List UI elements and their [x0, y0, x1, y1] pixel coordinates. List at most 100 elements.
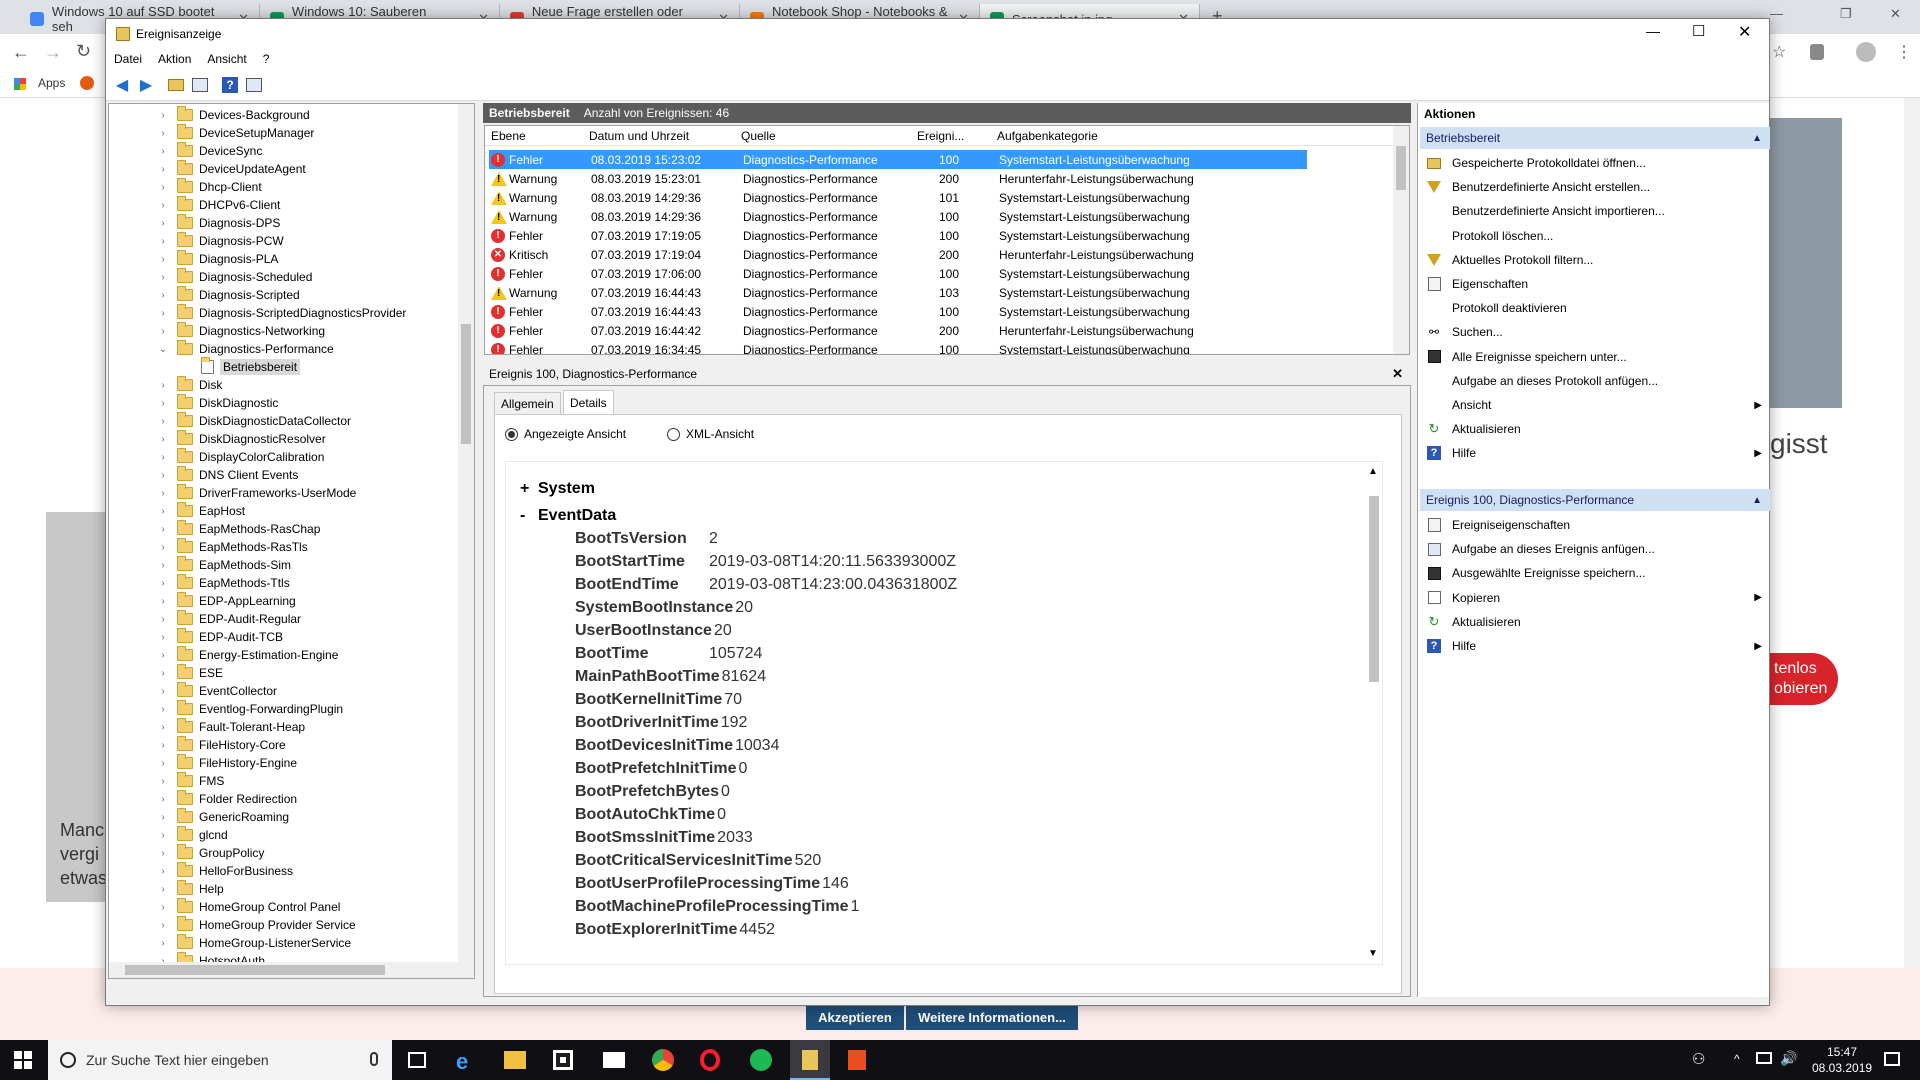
chevron-right-icon[interactable]: › — [157, 308, 169, 319]
tree-item[interactable]: › DNS Client Events — [109, 466, 298, 484]
radio-button[interactable] — [667, 427, 680, 441]
tree-item[interactable]: › EapMethods-Ttls — [109, 574, 290, 592]
collapse-icon[interactable]: ▲ — [1752, 133, 1762, 144]
network-icon[interactable] — [1756, 1052, 1772, 1064]
tree-item[interactable]: › DeviceSetupManager — [109, 124, 314, 142]
chevron-right-icon[interactable]: › — [157, 128, 169, 139]
tree-item[interactable]: › FileHistory-Engine — [109, 754, 297, 772]
tree-item[interactable]: › DiskDiagnosticDataCollector — [109, 412, 351, 430]
opera-icon[interactable] — [700, 1049, 720, 1071]
chevron-right-icon[interactable]: › — [157, 632, 169, 643]
scrollbar-thumb[interactable] — [1396, 146, 1406, 190]
chevron-right-icon[interactable]: › — [157, 380, 169, 391]
close-icon[interactable]: ✕ — [1738, 22, 1751, 42]
tree-item[interactable]: › HomeGroup Control Panel — [109, 898, 340, 916]
tree-item[interactable]: › HomeGroup Provider Service — [109, 916, 356, 934]
chevron-right-icon[interactable]: › — [157, 830, 169, 841]
tree-item[interactable]: › EDP-Audit-Regular — [109, 610, 301, 628]
mail-icon[interactable] — [603, 1052, 625, 1068]
scroll-up-icon[interactable]: ▲ — [1368, 466, 1378, 477]
action-item[interactable]: ? Hilfe ▶ — [1420, 634, 1770, 658]
tree-item[interactable]: › Diagnosis-ScriptedDiagnosticsProvider — [109, 304, 406, 322]
radio-xml-view[interactable]: XML-Ansicht — [667, 427, 754, 441]
chevron-right-icon[interactable]: › — [157, 794, 169, 805]
tree-scrollbar[interactable] — [458, 104, 474, 962]
chevron-right-icon[interactable]: › — [157, 110, 169, 121]
tree-item[interactable]: › DHCPv6-Client — [109, 196, 280, 214]
chevron-right-icon[interactable]: › — [157, 182, 169, 193]
apps-link[interactable]: Apps — [38, 76, 65, 90]
chevron-right-icon[interactable]: › — [157, 272, 169, 283]
chevron-right-icon[interactable]: › — [157, 146, 169, 157]
actions-section-event[interactable]: Ereignis 100, Diagnostics-Performance ▲ — [1420, 489, 1770, 511]
chevron-right-icon[interactable]: › — [157, 812, 169, 823]
radio-button-selected[interactable] — [505, 427, 518, 441]
tree-item[interactable]: › Diagnosis-PCW — [109, 232, 284, 250]
profile-avatar[interactable] — [1856, 42, 1876, 62]
action-item[interactable]: Alle Ereignisse speichern unter... — [1420, 345, 1770, 369]
tree-item[interactable]: › Diagnosis-Scripted — [109, 286, 300, 304]
action-item[interactable]: Ereigniseigenschaften — [1420, 513, 1770, 537]
chevron-right-icon[interactable]: › — [157, 722, 169, 733]
reload-icon[interactable]: ↻ — [76, 41, 91, 62]
expand-toggle[interactable]: + — [520, 480, 538, 498]
chevron-right-icon[interactable]: › — [157, 650, 169, 661]
chevron-right-icon[interactable]: › — [157, 668, 169, 679]
event-row[interactable]: ! Warnung 08.03.2019 14:29:36 Diagnostics-P… — [489, 188, 1307, 207]
tab-details[interactable]: Details — [563, 390, 614, 414]
chevron-right-icon[interactable]: › — [157, 416, 169, 427]
tree-item[interactable]: › ESE — [109, 664, 223, 682]
tree-item[interactable]: › Energy-Estimation-Engine — [109, 646, 338, 664]
help-icon[interactable]: ? — [220, 75, 240, 95]
spotify-icon[interactable] — [750, 1049, 772, 1071]
tree-item[interactable]: › DeviceUpdateAgent — [109, 160, 306, 178]
tree-item[interactable]: › DisplayColorCalibration — [109, 448, 324, 466]
tree-item[interactable]: › FMS — [109, 772, 224, 790]
chevron-right-icon[interactable]: › — [157, 938, 169, 949]
eventdata-node[interactable]: - EventData — [520, 507, 616, 525]
minimize-icon[interactable]: — — [1646, 23, 1660, 39]
office-icon[interactable] — [848, 1050, 866, 1070]
tree-item[interactable]: › DiskDiagnostic — [109, 394, 278, 412]
tree-item[interactable]: › Help — [109, 880, 224, 898]
show-action-pane-icon[interactable] — [244, 75, 264, 95]
microphone-icon[interactable] — [370, 1052, 378, 1066]
column-header-date[interactable]: Datum und Uhrzeit — [589, 129, 689, 143]
menu-help[interactable]: ? — [255, 52, 278, 66]
chrome-taskbar-icon[interactable] — [652, 1049, 674, 1071]
forward-arrow-icon[interactable]: ▶ — [136, 75, 156, 95]
collapse-icon[interactable]: ▲ — [1752, 495, 1762, 506]
chevron-right-icon[interactable]: › — [157, 758, 169, 769]
action-item[interactable]: Ausgewählte Ereignisse speichern... — [1420, 561, 1770, 585]
tree-item[interactable]: Betriebsbereit — [109, 357, 301, 376]
event-row[interactable]: ! Fehler 07.03.2019 17:06:00 Diagnostics-Pe… — [489, 264, 1307, 283]
chevron-right-icon[interactable]: › — [157, 200, 169, 211]
action-item[interactable]: ? Hilfe ▶ — [1420, 441, 1770, 465]
radio-friendly-view[interactable]: Angezeigte Ansicht — [505, 427, 626, 441]
chevron-right-icon[interactable]: › — [157, 524, 169, 535]
chevron-right-icon[interactable]: › — [157, 614, 169, 625]
chevron-right-icon[interactable]: › — [157, 254, 169, 265]
event-row[interactable]: ! Warnung 07.03.2019 16:44:43 Diagnostics-P… — [489, 283, 1307, 302]
event-row[interactable]: ! Fehler 08.03.2019 15:23:02 Diagnostics-Pe… — [489, 150, 1307, 169]
window-titlebar[interactable]: Ereignisanzeige — ☐ ✕ — [106, 19, 1769, 49]
tree-item[interactable]: › DriverFrameworks-UserMode — [109, 484, 356, 502]
chevron-right-icon[interactable]: › — [157, 542, 169, 553]
scrollbar-thumb[interactable] — [461, 324, 471, 444]
chevron-right-icon[interactable]: › — [157, 218, 169, 229]
action-item[interactable]: Protokoll löschen... — [1420, 224, 1770, 248]
action-item[interactable]: Benutzerdefinierte Ansicht erstellen... — [1420, 175, 1770, 199]
chevron-right-icon[interactable]: › — [157, 776, 169, 787]
chevron-right-icon[interactable]: › — [157, 488, 169, 499]
tree-item[interactable]: › EapHost — [109, 502, 245, 520]
tree-item[interactable]: › Diagnosis-Scheduled — [109, 268, 312, 286]
tree-item[interactable]: › GroupPolicy — [109, 844, 264, 862]
tray-chevron-icon[interactable]: ^ — [1734, 1052, 1740, 1066]
show-hide-tree-icon[interactable] — [190, 75, 210, 95]
chevron-right-icon[interactable]: › — [157, 884, 169, 895]
chevron-right-icon[interactable]: › — [157, 398, 169, 409]
scroll-down-icon[interactable]: ▼ — [1368, 948, 1378, 959]
action-item[interactable]: Aufgabe an dieses Protokoll anfügen... — [1420, 369, 1770, 393]
event-row[interactable]: ! Warnung 08.03.2019 14:29:36 Diagnostics-P… — [489, 207, 1307, 226]
extension-icon[interactable] — [1810, 44, 1824, 60]
